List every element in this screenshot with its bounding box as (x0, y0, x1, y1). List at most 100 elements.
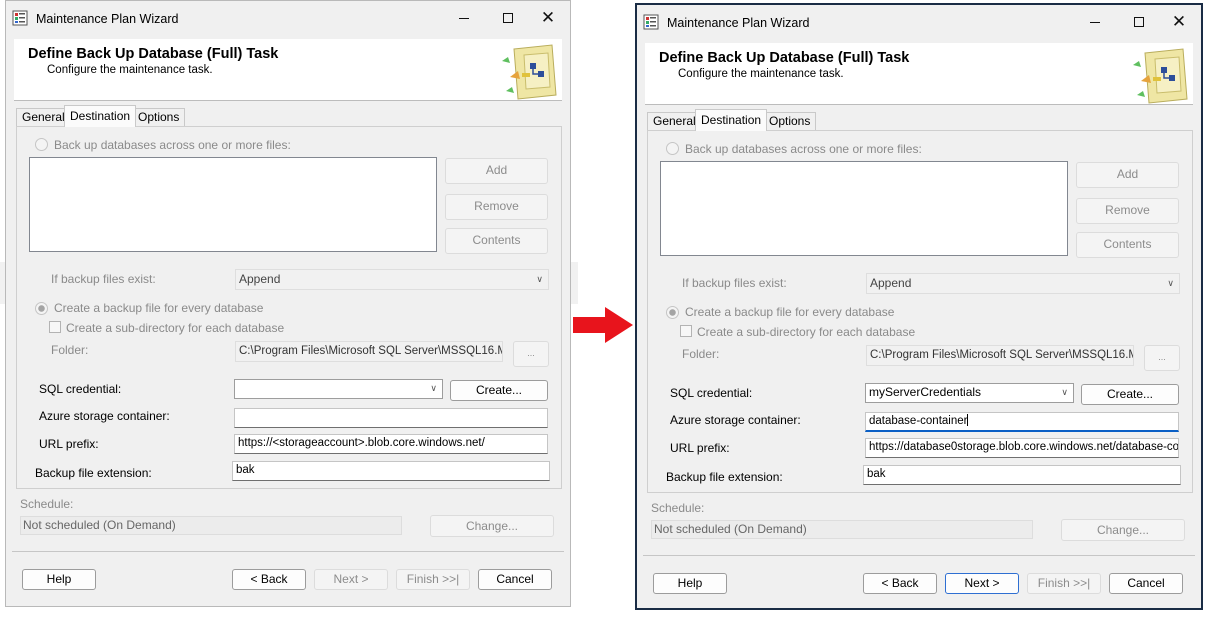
remove-button[interactable]: Remove (1076, 198, 1179, 224)
back-button[interactable]: < Back (232, 569, 306, 590)
app-icon (12, 10, 28, 26)
minimize-button[interactable] (1073, 11, 1117, 33)
create-per-database-radio[interactable] (35, 302, 48, 315)
minimize-button[interactable] (442, 7, 486, 29)
url-prefix-label: URL prefix: (39, 437, 99, 451)
sql-credential-value: myServerCredentials (869, 385, 982, 399)
tab-general[interactable]: General (647, 112, 702, 130)
if-exist-dropdown[interactable]: Append ∨ (235, 269, 549, 290)
cancel-button[interactable]: Cancel (1109, 573, 1183, 594)
schedule-label: Schedule: (20, 497, 74, 511)
folder-browse-button[interactable]: ... (513, 341, 549, 367)
page-title: Define Back Up Database (Full) Task (28, 46, 279, 62)
if-exist-label: If backup files exist: (51, 272, 156, 286)
create-per-database-label: Create a backup file for every database (54, 301, 264, 315)
tab-options[interactable]: Options (763, 112, 817, 130)
back-button[interactable]: < Back (863, 573, 937, 594)
cancel-button[interactable]: Cancel (478, 569, 552, 590)
wizard-window-after: Maintenance Plan Wizard ✕ Define Back Up… (635, 3, 1203, 610)
azure-container-input[interactable]: database-container (865, 412, 1179, 432)
add-button[interactable]: Add (445, 158, 548, 184)
create-per-database-radio[interactable] (666, 306, 679, 319)
page-title: Define Back Up Database (Full) Task (659, 50, 910, 66)
subdirectory-checkbox[interactable] (49, 321, 61, 333)
comparison-screenshot: Maintenance Plan Wizard ✕ Define Back Up… (0, 0, 1206, 618)
destination-panel: Back up databases across one or more fil… (647, 130, 1193, 493)
wizard-header: Define Back Up Database (Full) Task Conf… (14, 39, 562, 101)
if-exist-value: Append (239, 272, 281, 286)
schedule-field: Not scheduled (On Demand) (651, 520, 1033, 539)
contents-button[interactable]: Contents (1076, 232, 1179, 258)
create-credential-button[interactable]: Create... (1081, 384, 1179, 405)
sql-credential-label: SQL credential: (670, 386, 753, 400)
azure-container-input[interactable] (234, 408, 548, 428)
if-exist-dropdown[interactable]: Append ∨ (866, 273, 1180, 294)
close-icon: ✕ (540, 8, 556, 27)
next-button[interactable]: Next > (945, 573, 1019, 594)
destination-panel: Back up databases across one or more fil… (16, 126, 562, 489)
subdirectory-label: Create a sub-directory for each database (66, 321, 285, 335)
maximize-icon (1134, 17, 1144, 27)
backup-across-files-label: Back up databases across one or more fil… (685, 142, 922, 156)
folder-field[interactable]: C:\Program Files\Microsoft SQL Server\MS… (235, 341, 503, 362)
schedule-field: Not scheduled (On Demand) (20, 516, 402, 535)
page-subtitle: Configure the maintenance task. (678, 68, 844, 80)
tab-options[interactable]: Options (132, 108, 186, 126)
azure-container-value: database-container (869, 415, 968, 427)
wizard-illustration-icon (502, 44, 557, 100)
window-title: Maintenance Plan Wizard (36, 12, 179, 26)
chevron-down-icon: ∨ (1167, 278, 1174, 288)
folder-label: Folder: (682, 347, 720, 361)
backup-files-list[interactable] (660, 161, 1068, 256)
finish-button[interactable]: Finish >>| (1027, 573, 1101, 594)
backup-across-files-radio[interactable] (666, 142, 679, 155)
backup-extension-input[interactable]: bak (863, 465, 1181, 485)
if-exist-value: Append (870, 276, 912, 290)
tab-general[interactable]: General (16, 108, 71, 126)
sql-credential-label: SQL credential: (39, 382, 122, 396)
minimize-icon (459, 17, 469, 19)
footer-divider (12, 551, 564, 552)
change-schedule-button[interactable]: Change... (430, 515, 554, 537)
backup-files-list[interactable] (29, 157, 437, 252)
sql-credential-dropdown[interactable]: myServerCredentials ∨ (865, 383, 1074, 403)
wizard-window-before: Maintenance Plan Wizard ✕ Define Back Up… (5, 0, 571, 607)
wizard-header: Define Back Up Database (Full) Task Conf… (645, 43, 1193, 105)
next-button[interactable]: Next > (314, 569, 388, 590)
tab-destination[interactable]: Destination (64, 105, 137, 127)
url-prefix-input[interactable]: https://<storageaccount>.blob.core.windo… (234, 434, 548, 454)
folder-field[interactable]: C:\Program Files\Microsoft SQL Server\MS… (866, 345, 1134, 366)
folder-label: Folder: (51, 343, 89, 357)
close-button[interactable]: ✕ (1157, 11, 1201, 33)
sql-credential-dropdown[interactable]: ∨ (234, 379, 443, 399)
wizard-illustration-icon (1133, 48, 1188, 104)
maximize-button[interactable] (1117, 11, 1161, 33)
subdirectory-checkbox[interactable] (680, 325, 692, 337)
page-subtitle: Configure the maintenance task. (47, 64, 213, 76)
text-cursor (967, 414, 969, 426)
app-icon (643, 14, 659, 30)
add-button[interactable]: Add (1076, 162, 1179, 188)
backup-across-files-radio[interactable] (35, 138, 48, 151)
finish-button[interactable]: Finish >>| (396, 569, 470, 590)
url-prefix-label: URL prefix: (670, 441, 730, 455)
backup-across-files-label: Back up databases across one or more fil… (54, 138, 291, 152)
tab-destination[interactable]: Destination (695, 109, 768, 131)
chevron-down-icon: ∨ (430, 383, 437, 393)
close-button[interactable]: ✕ (526, 7, 570, 29)
url-prefix-input[interactable]: https://database0storage.blob.core.windo… (865, 438, 1179, 458)
help-button[interactable]: Help (653, 573, 727, 594)
create-credential-button[interactable]: Create... (450, 380, 548, 401)
remove-button[interactable]: Remove (445, 194, 548, 220)
folder-browse-button[interactable]: ... (1144, 345, 1180, 371)
help-button[interactable]: Help (22, 569, 96, 590)
chevron-down-icon: ∨ (1061, 387, 1068, 397)
minimize-icon (1090, 21, 1100, 23)
contents-button[interactable]: Contents (445, 228, 548, 254)
close-icon: ✕ (1171, 12, 1187, 31)
red-arrow-right-icon (573, 307, 633, 343)
change-schedule-button[interactable]: Change... (1061, 519, 1185, 541)
backup-extension-input[interactable]: bak (232, 461, 550, 481)
maximize-button[interactable] (486, 7, 530, 29)
backup-extension-label: Backup file extension: (35, 466, 152, 480)
